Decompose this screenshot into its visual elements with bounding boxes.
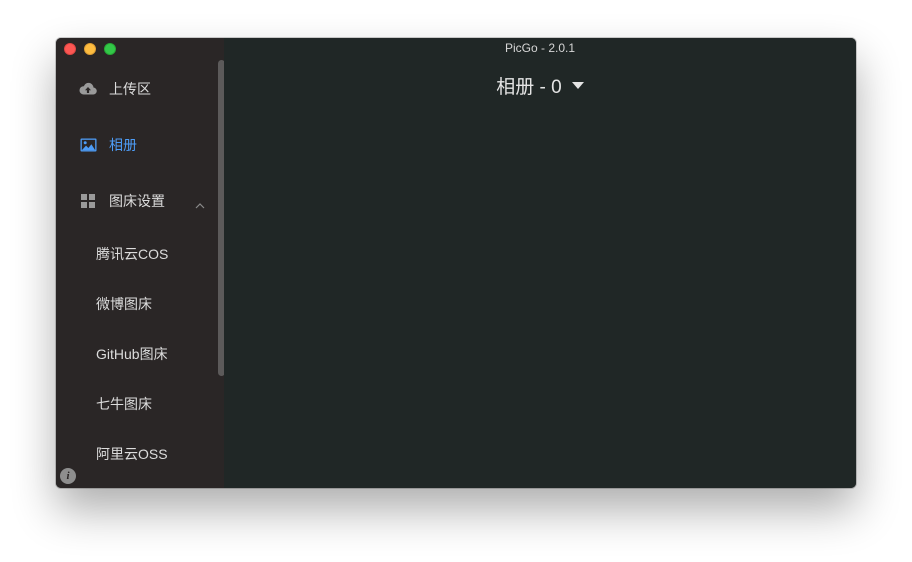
- close-window-button[interactable]: [64, 43, 76, 55]
- sidebar-subitem-label: 腾讯云COS: [96, 246, 169, 262]
- sidebar-subitem-label: 微博图床: [96, 296, 152, 312]
- sidebar-item-upload[interactable]: 上传区: [56, 69, 216, 109]
- sidebar: 上传区 相册 图床设置 腾讯云COS 微博图床 GitHub图床 七牛图床 阿里…: [56, 38, 225, 488]
- gallery-title-text: 相册 - 0: [496, 77, 562, 98]
- sidebar-subitem-aliyun-oss[interactable]: 阿里云OSS: [56, 434, 216, 474]
- main-content: 相册 - 0: [224, 38, 856, 488]
- chevron-up-icon: [195, 196, 205, 209]
- title-bar: PicGo - 2.0.1: [56, 38, 856, 60]
- sidebar-subitem-github[interactable]: GitHub图床: [56, 334, 216, 374]
- app-window: 上传区 相册 图床设置 腾讯云COS 微博图床 GitHub图床 七牛图床 阿里…: [56, 38, 856, 488]
- window-title: PicGo - 2.0.1: [504, 41, 576, 55]
- minimize-window-button[interactable]: [84, 43, 96, 55]
- sidebar-item-gallery[interactable]: 相册: [56, 125, 216, 165]
- sidebar-item-label: 上传区: [109, 81, 151, 97]
- image-icon: [79, 136, 97, 154]
- sidebar-item-label: 相册: [109, 137, 137, 153]
- grid-icon: [79, 192, 97, 210]
- gallery-title-dropdown[interactable]: 相册 - 0: [224, 72, 856, 99]
- maximize-window-button[interactable]: [104, 43, 116, 55]
- caret-down-icon: [571, 82, 584, 89]
- cloud-upload-icon: [79, 80, 97, 98]
- sidebar-subitem-label: GitHub图床: [96, 346, 168, 362]
- sidebar-subitem-qiniu[interactable]: 七牛图床: [56, 384, 216, 424]
- info-icon[interactable]: i: [60, 468, 76, 484]
- sidebar-subitem-weibo[interactable]: 微博图床: [56, 284, 216, 324]
- sidebar-subitem-tencent-cos[interactable]: 腾讯云COS: [56, 234, 216, 274]
- sidebar-item-label: 图床设置: [109, 193, 165, 209]
- sidebar-subitem-label: 七牛图床: [96, 396, 152, 412]
- sidebar-item-pic-bed-settings[interactable]: 图床设置: [56, 181, 216, 221]
- sidebar-subitem-label: 阿里云OSS: [96, 446, 168, 462]
